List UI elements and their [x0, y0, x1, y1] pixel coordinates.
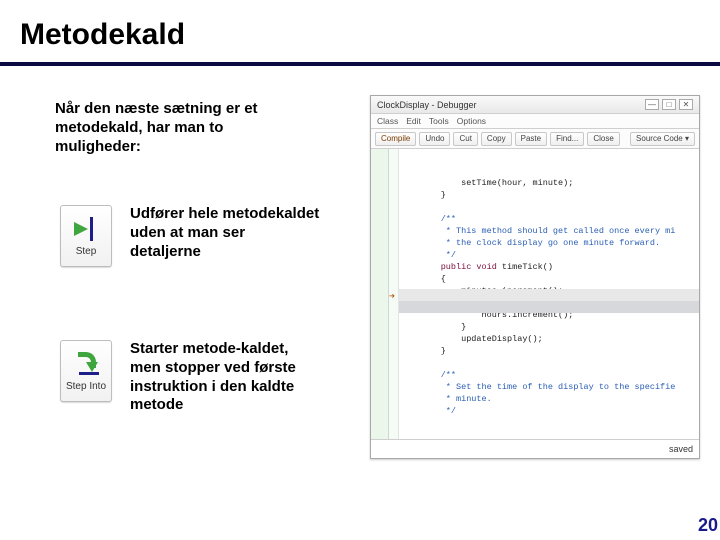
step-description: Udfører hele metodekaldet uden at man se…: [130, 205, 320, 261]
close-button[interactable]: Close: [587, 132, 619, 146]
step-button[interactable]: Step: [60, 205, 112, 267]
page-number: 20: [698, 515, 718, 536]
menu-tools[interactable]: Tools: [429, 116, 449, 126]
step-label: Step: [76, 246, 97, 257]
step-gutter: ➔: [389, 149, 399, 439]
debugger-menubar: Class Edit Tools Options: [371, 114, 699, 129]
current-line-icon: ➔: [389, 291, 395, 303]
code-area[interactable]: ➔ setTime(hour, minute); } /** * This me…: [371, 149, 699, 439]
step-into-button[interactable]: Step Into: [60, 340, 112, 402]
debugger-titlebar[interactable]: ClockDisplay - Debugger — □ ✕: [371, 96, 699, 114]
source-dropdown[interactable]: Source Code ▾: [630, 132, 695, 146]
code-text: setTime(hour, minute); } /** * This meth…: [399, 149, 699, 439]
menu-class[interactable]: Class: [377, 116, 398, 126]
window-close-icon[interactable]: ✕: [679, 99, 693, 110]
breakpoint-gutter[interactable]: [371, 149, 389, 439]
paste-button[interactable]: Paste: [515, 132, 547, 146]
menu-edit[interactable]: Edit: [406, 116, 421, 126]
page-title: Metodekald: [0, 0, 720, 56]
debugger-title: ClockDisplay - Debugger: [377, 100, 477, 110]
menu-options[interactable]: Options: [457, 116, 486, 126]
window-maximize-icon[interactable]: □: [662, 99, 676, 110]
step-into-icon: [72, 350, 100, 378]
debugger-statusbar: saved: [371, 439, 699, 457]
step-into-description: Starter metode-kaldet, men stopper ved f…: [130, 340, 320, 415]
cut-button[interactable]: Cut: [453, 132, 477, 146]
title-underline: [0, 62, 720, 66]
stepinto-row: Step Into Starter metode-kaldet, men sto…: [60, 340, 320, 415]
window-minimize-icon[interactable]: —: [645, 99, 659, 110]
debugger-window: ClockDisplay - Debugger — □ ✕ Class Edit…: [370, 95, 700, 459]
copy-button[interactable]: Copy: [481, 132, 512, 146]
intro-text: Når den næste sætning er et metodekald, …: [55, 100, 275, 156]
step-into-label: Step Into: [66, 381, 106, 392]
find-button[interactable]: Find...: [550, 132, 584, 146]
debugger-toolbar: Compile Undo Cut Copy Paste Find... Clos…: [371, 129, 699, 149]
compile-button[interactable]: Compile: [375, 132, 416, 146]
undo-button[interactable]: Undo: [419, 132, 450, 146]
status-text: saved: [669, 444, 693, 454]
step-icon: [72, 215, 100, 243]
step-row: Step Udfører hele metodekaldet uden at m…: [60, 205, 320, 267]
